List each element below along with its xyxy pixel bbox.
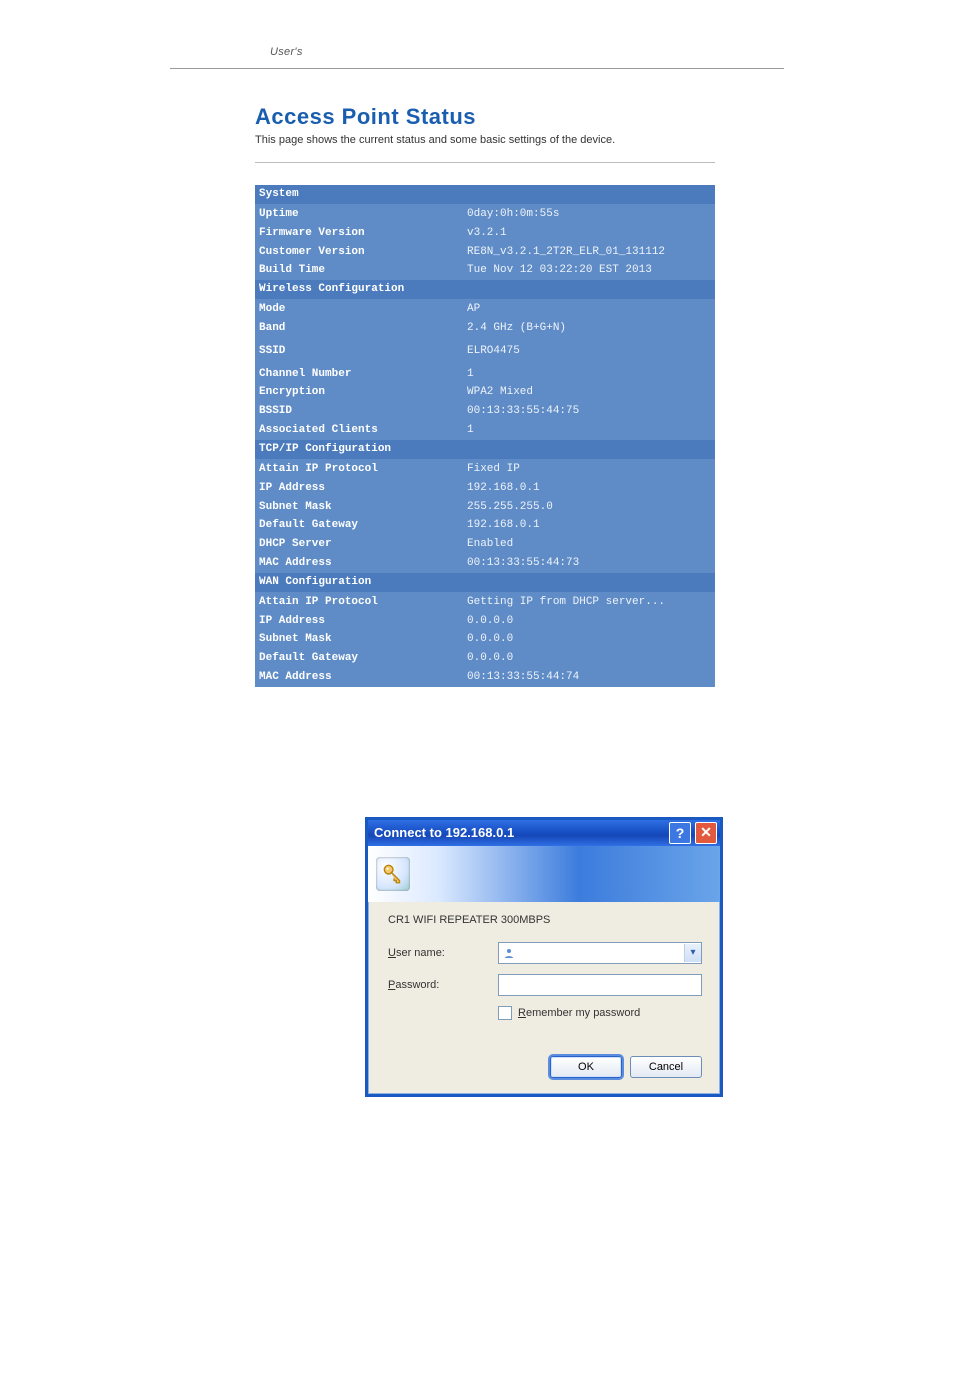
top-header: User's <box>170 46 784 69</box>
keys-icon <box>376 857 410 891</box>
remember-label: Remember my password <box>518 1007 640 1019</box>
username-label: User name: <box>388 947 498 959</box>
status-value: ELRO4475 <box>463 338 715 365</box>
status-label: Channel Number <box>255 365 463 384</box>
page-subtitle: This page shows the current status and s… <box>255 134 715 163</box>
status-label: Band <box>255 319 463 338</box>
status-label: Firmware Version <box>255 224 463 243</box>
status-label: BSSID <box>255 402 463 421</box>
dialog-title: Connect to 192.168.0.1 <box>374 825 665 840</box>
status-label: Customer Version <box>255 243 463 262</box>
status-value: Getting IP from DHCP server... <box>463 592 715 611</box>
status-value: 00:13:33:55:44:75 <box>463 402 715 421</box>
status-label: Attain IP Protocol <box>255 592 463 611</box>
username-input[interactable]: ▾ <box>498 942 702 964</box>
password-label: Password: <box>388 979 498 991</box>
status-label: DHCP Server <box>255 535 463 554</box>
auth-dialog: Connect to 192.168.0.1 ? ✕ CR1 WIFI REPE… <box>365 817 723 1097</box>
status-label: Associated Clients <box>255 421 463 440</box>
status-value: Fixed IP <box>463 459 715 478</box>
section-header: System <box>255 185 715 204</box>
status-value: WPA2 Mixed <box>463 383 715 402</box>
status-value: Enabled <box>463 535 715 554</box>
password-input[interactable] <box>498 974 702 996</box>
username-dropdown-icon[interactable]: ▾ <box>684 944 701 962</box>
status-label: Build Time <box>255 261 463 280</box>
status-label: Subnet Mask <box>255 498 463 517</box>
status-label: Encryption <box>255 383 463 402</box>
status-label: Default Gateway <box>255 649 463 668</box>
status-value: RE8N_v3.2.1_2T2R_ELR_01_131112 <box>463 243 715 262</box>
section-header: Wireless Configuration <box>255 280 715 299</box>
status-table: SystemUptime0day:0h:0m:55sFirmware Versi… <box>255 185 715 687</box>
status-label: IP Address <box>255 612 463 631</box>
status-label: MAC Address <box>255 668 463 687</box>
status-value: v3.2.1 <box>463 224 715 243</box>
status-value: 0.0.0.0 <box>463 649 715 668</box>
status-label: MAC Address <box>255 554 463 573</box>
username-field[interactable] <box>519 946 684 960</box>
status-value: 00:13:33:55:44:74 <box>463 668 715 687</box>
status-value: Tue Nov 12 03:22:20 EST 2013 <box>463 261 715 280</box>
help-button[interactable]: ? <box>669 822 691 844</box>
status-value: 2.4 GHz (B+G+N) <box>463 319 715 338</box>
status-value: 255.255.255.0 <box>463 498 715 517</box>
status-label: IP Address <box>255 479 463 498</box>
status-label: SSID <box>255 338 463 365</box>
dialog-banner <box>368 846 720 902</box>
user-icon <box>503 947 515 959</box>
status-value: 0.0.0.0 <box>463 630 715 649</box>
section-header: WAN Configuration <box>255 573 715 592</box>
status-value: 1 <box>463 365 715 384</box>
section-header: TCP/IP Configuration <box>255 440 715 459</box>
close-button[interactable]: ✕ <box>695 822 717 844</box>
status-value: 1 <box>463 421 715 440</box>
ok-button[interactable]: OK <box>550 1056 622 1078</box>
status-label: Attain IP Protocol <box>255 459 463 478</box>
status-label: Mode <box>255 300 463 319</box>
dialog-titlebar[interactable]: Connect to 192.168.0.1 ? ✕ <box>368 820 720 846</box>
cancel-button[interactable]: Cancel <box>630 1056 702 1078</box>
status-value: 192.168.0.1 <box>463 516 715 535</box>
status-value: 0day:0h:0m:55s <box>463 204 715 223</box>
status-label: Uptime <box>255 204 463 223</box>
remember-checkbox[interactable] <box>498 1006 512 1020</box>
status-label: Default Gateway <box>255 516 463 535</box>
status-value: 00:13:33:55:44:73 <box>463 554 715 573</box>
status-value: 192.168.0.1 <box>463 479 715 498</box>
page-title: Access Point Status <box>255 104 715 130</box>
status-label: Subnet Mask <box>255 630 463 649</box>
password-field[interactable] <box>503 978 701 992</box>
status-value: 0.0.0.0 <box>463 612 715 631</box>
status-value: AP <box>463 300 715 319</box>
dialog-server-label: CR1 WIFI REPEATER 300MBPS <box>388 914 702 926</box>
